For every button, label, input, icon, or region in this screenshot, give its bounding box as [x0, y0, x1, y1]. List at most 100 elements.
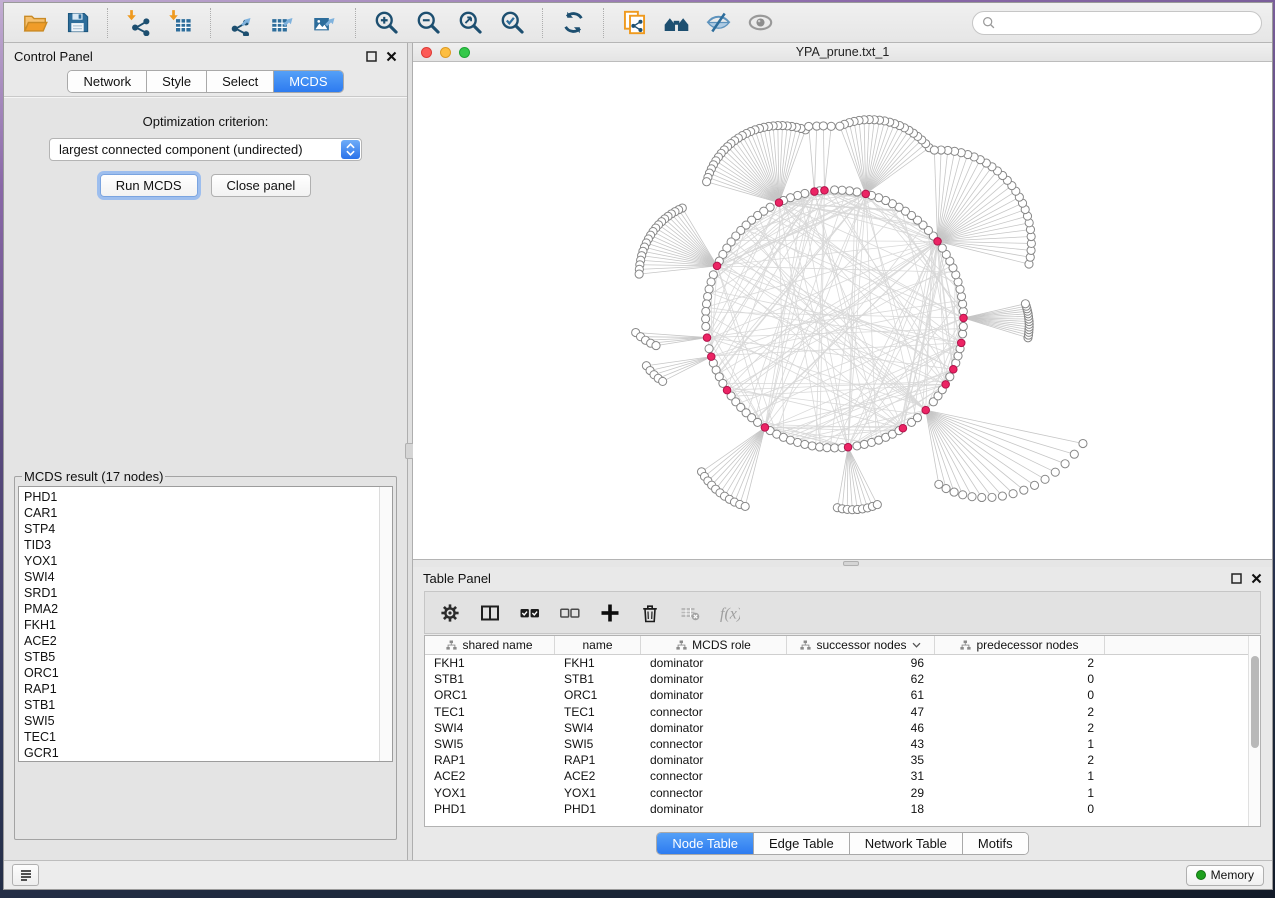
horizontal-splitter[interactable]	[413, 559, 1272, 567]
cell-name[interactable]: FKH1	[555, 656, 641, 670]
splitter-grip[interactable]	[843, 561, 859, 566]
zoom-window-button[interactable]	[459, 47, 470, 58]
cell-name[interactable]: STB1	[555, 672, 641, 686]
table-row[interactable]: ORC1ORC1dominator610	[425, 687, 1248, 703]
cell-MCDS-role[interactable]: connector	[641, 786, 787, 800]
cell-successor-nodes[interactable]: 47	[787, 705, 935, 719]
column-header-successor-nodes[interactable]: successor nodes	[787, 636, 935, 654]
cell-name[interactable]: RAP1	[555, 753, 641, 767]
close-panel-icon[interactable]	[386, 51, 397, 62]
mcds-result-item[interactable]: ORC1	[24, 665, 379, 681]
float-panel-icon[interactable]	[1231, 573, 1242, 584]
show-all-button[interactable]	[739, 6, 781, 40]
export-network-button[interactable]	[220, 6, 262, 40]
cell-successor-nodes[interactable]: 46	[787, 721, 935, 735]
scrollbar-thumb[interactable]	[1251, 656, 1259, 748]
settings-button[interactable]	[437, 601, 463, 625]
search-field[interactable]	[972, 11, 1262, 35]
memory-button[interactable]: Memory	[1186, 865, 1264, 886]
column-header-predecessor-nodes[interactable]: predecessor nodes	[935, 636, 1105, 654]
column-header-shared-name[interactable]: shared name	[425, 636, 555, 654]
apply-layout-button[interactable]	[552, 6, 594, 40]
tab-motifs[interactable]: Motifs	[963, 833, 1028, 854]
close-window-button[interactable]	[421, 47, 432, 58]
cell-shared-name[interactable]: TEC1	[425, 705, 555, 719]
cell-MCDS-role[interactable]: dominator	[641, 753, 787, 767]
mcds-result-item[interactable]: SWI4	[24, 569, 379, 585]
table-row[interactable]: ACE2ACE2connector311	[425, 768, 1248, 784]
minimize-window-button[interactable]	[440, 47, 451, 58]
cell-MCDS-role[interactable]: connector	[641, 705, 787, 719]
mcds-result-item[interactable]: YOX1	[24, 553, 379, 569]
table-row[interactable]: YOX1YOX1connector291	[425, 785, 1248, 801]
hide-selected-button[interactable]	[697, 6, 739, 40]
mcds-result-item[interactable]: STP4	[24, 521, 379, 537]
cell-shared-name[interactable]: STB1	[425, 672, 555, 686]
cell-MCDS-role[interactable]: dominator	[641, 688, 787, 702]
add-column-button[interactable]	[597, 601, 623, 625]
tab-mcds[interactable]: MCDS	[274, 71, 342, 92]
tab-node-table[interactable]: Node Table	[657, 833, 754, 854]
cell-name[interactable]: SWI5	[555, 737, 641, 751]
cell-MCDS-role[interactable]: dominator	[641, 721, 787, 735]
zoom-selected-button[interactable]	[491, 6, 533, 40]
network-graph[interactable]	[413, 62, 1272, 559]
cell-successor-nodes[interactable]: 61	[787, 688, 935, 702]
export-image-button[interactable]	[304, 6, 346, 40]
tab-edge-table[interactable]: Edge Table	[754, 833, 850, 854]
tab-network[interactable]: Network	[68, 71, 147, 92]
cell-successor-nodes[interactable]: 62	[787, 672, 935, 686]
cell-shared-name[interactable]: ORC1	[425, 688, 555, 702]
tab-network-table[interactable]: Network Table	[850, 833, 963, 854]
export-table-button[interactable]	[262, 6, 304, 40]
cell-predecessor-nodes[interactable]: 0	[935, 688, 1105, 702]
mcds-result-item[interactable]: TID3	[24, 537, 379, 553]
tab-style[interactable]: Style	[147, 71, 207, 92]
cell-successor-nodes[interactable]: 96	[787, 656, 935, 670]
cell-shared-name[interactable]: ACE2	[425, 769, 555, 783]
column-header-name[interactable]: name	[555, 636, 641, 654]
table-row[interactable]: SWI4SWI4dominator462	[425, 720, 1248, 736]
cell-MCDS-role[interactable]: dominator	[641, 672, 787, 686]
cell-successor-nodes[interactable]: 31	[787, 769, 935, 783]
cell-predecessor-nodes[interactable]: 2	[935, 656, 1105, 670]
mcds-result-item[interactable]: ACE2	[24, 633, 379, 649]
cell-MCDS-role[interactable]: connector	[641, 769, 787, 783]
mcds-result-item[interactable]: TEC1	[24, 729, 379, 745]
cell-MCDS-role[interactable]: dominator	[641, 656, 787, 670]
zoom-fit-button[interactable]	[449, 6, 491, 40]
criterion-dropdown[interactable]: largest connected component (undirected)	[49, 138, 362, 161]
cell-predecessor-nodes[interactable]: 1	[935, 769, 1105, 783]
mcds-result-item[interactable]: RAP1	[24, 681, 379, 697]
table-row[interactable]: RAP1RAP1dominator352	[425, 752, 1248, 768]
cell-shared-name[interactable]: SWI4	[425, 721, 555, 735]
cell-predecessor-nodes[interactable]: 0	[935, 802, 1105, 816]
open-session-button[interactable]	[14, 6, 56, 40]
cell-predecessor-nodes[interactable]: 1	[935, 786, 1105, 800]
mcds-result-item[interactable]: PHD1	[24, 489, 379, 505]
cell-name[interactable]: PHD1	[555, 802, 641, 816]
network-view-canvas[interactable]	[413, 62, 1272, 559]
search-input[interactable]	[1002, 15, 1252, 30]
cell-shared-name[interactable]: YOX1	[425, 786, 555, 800]
cell-shared-name[interactable]: PHD1	[425, 802, 555, 816]
mcds-result-item[interactable]: STB1	[24, 697, 379, 713]
cell-predecessor-nodes[interactable]: 2	[935, 721, 1105, 735]
run-mcds-button[interactable]: Run MCDS	[100, 174, 198, 197]
cell-predecessor-nodes[interactable]: 2	[935, 705, 1105, 719]
close-panel-icon[interactable]	[1251, 573, 1262, 584]
cell-predecessor-nodes[interactable]: 1	[935, 737, 1105, 751]
table-row[interactable]: STB1STB1dominator620	[425, 671, 1248, 687]
column-header-MCDS-role[interactable]: MCDS role	[641, 636, 787, 654]
unchecked-pair-button[interactable]	[557, 601, 583, 625]
delete-column-button[interactable]	[637, 601, 663, 625]
task-history-button[interactable]	[12, 864, 39, 886]
cell-name[interactable]: SWI4	[555, 721, 641, 735]
cell-successor-nodes[interactable]: 29	[787, 786, 935, 800]
cell-shared-name[interactable]: SWI5	[425, 737, 555, 751]
cell-name[interactable]: ACE2	[555, 769, 641, 783]
save-session-button[interactable]	[56, 6, 98, 40]
import-table-button[interactable]	[159, 6, 201, 40]
cell-MCDS-role[interactable]: dominator	[641, 802, 787, 816]
table-row[interactable]: TEC1TEC1connector472	[425, 704, 1248, 720]
